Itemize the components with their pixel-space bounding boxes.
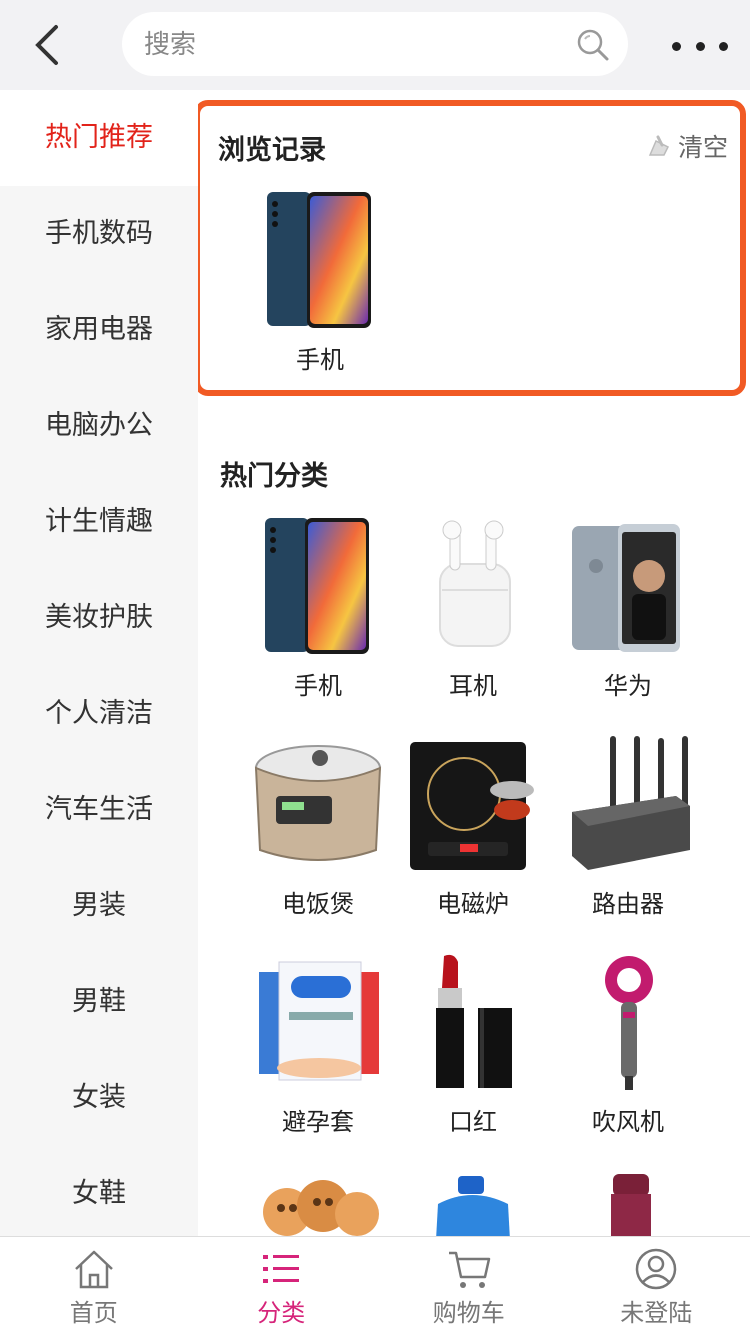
- hot-item-earphones[interactable]: 耳机: [395, 516, 551, 701]
- browsing-history-section: 浏览记录 清空 手机: [198, 100, 746, 396]
- history-title: 浏览记录: [218, 128, 326, 167]
- hair-dryer-image: [563, 952, 693, 1092]
- sidebar-item-womenswear[interactable]: 女装: [0, 1050, 198, 1146]
- hot-item-router[interactable]: 路由器: [550, 734, 706, 919]
- more-menu-button[interactable]: [672, 26, 728, 66]
- thermos-image: [563, 1170, 693, 1236]
- phone-image: [253, 516, 383, 656]
- sidebar-item-mens-shoes[interactable]: 男鞋: [0, 954, 198, 1050]
- phone-image: [255, 190, 385, 330]
- detergent-image: [408, 1170, 538, 1236]
- hot-categories-title: 热门分类: [220, 454, 328, 493]
- top-bar: [0, 0, 750, 90]
- router-image: [558, 734, 698, 874]
- ellipsis-icon: [672, 42, 681, 51]
- hot-item-label: 电饭煲: [240, 884, 396, 919]
- hot-item-label: 路由器: [550, 884, 706, 919]
- rice-cooker-image: [248, 734, 388, 874]
- hot-item-label: 电磁炉: [395, 884, 551, 919]
- condom-box-image: [253, 952, 383, 1092]
- hot-item-induction-cooker[interactable]: 电磁炉: [395, 734, 551, 919]
- hot-item-label: 吹风机: [550, 1102, 706, 1137]
- sidebar-item-appliances[interactable]: 家用电器: [0, 282, 198, 378]
- sidebar-item-womens-shoes[interactable]: 女鞋: [0, 1146, 198, 1236]
- hot-item-condoms[interactable]: 避孕套: [240, 952, 396, 1137]
- sidebar-item-car-life[interactable]: 汽车生活: [0, 762, 198, 858]
- search-input[interactable]: [142, 12, 566, 78]
- tab-login[interactable]: 未登陆: [563, 1237, 750, 1337]
- sidebar-item-hot[interactable]: 热门推荐: [0, 90, 198, 186]
- sidebar-item-family-planning[interactable]: 计生情趣: [0, 474, 198, 570]
- clear-label: 清空: [678, 128, 728, 164]
- tab-label: 购物车: [433, 1293, 505, 1328]
- ellipsis-dot: [719, 42, 728, 51]
- cart-icon: [447, 1247, 491, 1291]
- history-item[interactable]: 手机: [242, 190, 398, 375]
- tab-cart[interactable]: 购物车: [375, 1237, 563, 1337]
- chevron-left-icon: [32, 24, 60, 66]
- hot-item-thermos[interactable]: [550, 1170, 706, 1236]
- tab-label: 首页: [70, 1293, 118, 1328]
- tab-label: 分类: [257, 1293, 305, 1328]
- earbuds-image: [408, 516, 538, 656]
- search-bar[interactable]: [122, 12, 628, 76]
- back-button[interactable]: [24, 18, 68, 72]
- bottom-tab-bar: 首页 分类 购物车 未登陆: [0, 1236, 750, 1337]
- sidebar-item-phones-digital[interactable]: 手机数码: [0, 186, 198, 282]
- hot-item-label: 华为: [550, 666, 706, 701]
- lipstick-image: [408, 952, 538, 1092]
- tab-label: 未登陆: [620, 1293, 692, 1328]
- tab-home[interactable]: 首页: [0, 1237, 188, 1337]
- sidebar-item-personal-care[interactable]: 个人清洁: [0, 666, 198, 762]
- magnifier-icon[interactable]: [576, 28, 610, 62]
- hot-item-rice-cooker[interactable]: 电饭煲: [240, 734, 396, 919]
- home-icon: [72, 1247, 116, 1291]
- sidebar-item-computers-office[interactable]: 电脑办公: [0, 378, 198, 474]
- hot-item-phone[interactable]: 手机: [240, 516, 396, 701]
- hot-item-label: 手机: [240, 666, 396, 701]
- snack-image: [253, 1170, 383, 1236]
- hot-item-snacks[interactable]: [240, 1170, 396, 1236]
- category-content: 浏览记录 清空 手机 热门分类: [198, 90, 750, 1236]
- hot-item-label: 口红: [395, 1102, 551, 1137]
- category-list-icon: [259, 1247, 303, 1291]
- history-item-label: 手机: [242, 340, 398, 375]
- user-icon: [634, 1247, 678, 1291]
- hot-item-lipstick[interactable]: 口红: [395, 952, 551, 1137]
- hot-item-huawei[interactable]: 华为: [550, 516, 706, 701]
- category-sidebar: 热门推荐 手机数码 家用电器 电脑办公 计生情趣 美妆护肤 个人清洁 汽车生活 …: [0, 90, 198, 1236]
- sidebar-item-beauty[interactable]: 美妆护肤: [0, 570, 198, 666]
- hot-item-label: 避孕套: [240, 1102, 396, 1137]
- clear-history-button[interactable]: 清空: [646, 128, 728, 164]
- sidebar-item-menswear[interactable]: 男装: [0, 858, 198, 954]
- hot-item-detergent[interactable]: [395, 1170, 551, 1236]
- ellipsis-dot: [696, 42, 705, 51]
- trash-icon: [646, 133, 672, 159]
- hot-item-label: 耳机: [395, 666, 551, 701]
- huawei-phone-image: [563, 516, 693, 656]
- induction-cooker-image: [408, 734, 538, 874]
- tab-category[interactable]: 分类: [188, 1237, 376, 1337]
- hot-item-hair-dryer[interactable]: 吹风机: [550, 952, 706, 1137]
